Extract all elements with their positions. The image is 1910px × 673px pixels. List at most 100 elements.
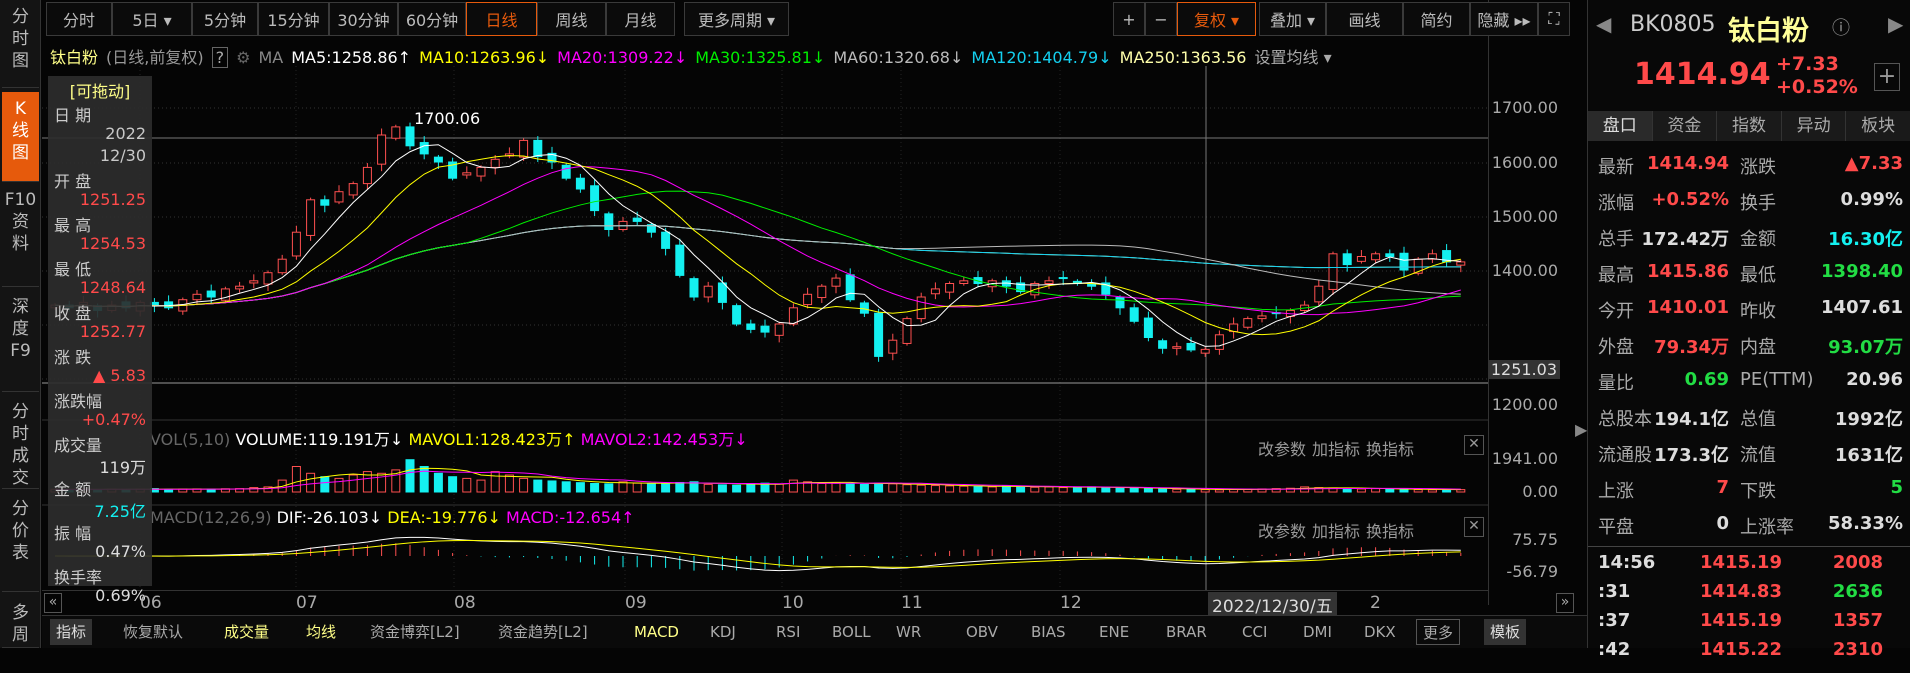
drag-hint[interactable]: [可拖动]: [54, 78, 146, 102]
quote-tab[interactable]: 异动: [1782, 111, 1847, 141]
ma30-line: [54, 190, 1461, 311]
nav-item[interactable]: 分 时 成 交: [2, 395, 39, 489]
candle: [1058, 277, 1068, 280]
volume-bar: [1129, 487, 1139, 493]
close-panel-icon[interactable]: ✕: [1464, 435, 1484, 455]
period-tab[interactable]: 5分钟: [192, 2, 258, 36]
candle: [277, 258, 287, 274]
indicator-tab[interactable]: 指标: [50, 619, 93, 645]
indicator-tab[interactable]: 资金博弈[L2]: [364, 619, 466, 645]
panel-action[interactable]: 换指标: [1366, 518, 1414, 542]
month-label: 08: [454, 593, 476, 613]
indicator-tab[interactable]: WR: [890, 619, 927, 645]
indicator-tab[interactable]: BOLL: [826, 619, 877, 645]
price-tick: 1500.00: [1491, 207, 1558, 226]
period-tab[interactable]: 周线: [537, 2, 606, 36]
indicator-tab[interactable]: KDJ: [704, 619, 742, 645]
next-stock-icon[interactable]: ▶: [1888, 12, 1903, 36]
zoom-out-button[interactable]: −: [1145, 2, 1177, 36]
period-tab[interactable]: 日线: [466, 2, 537, 36]
quote-value: 1407.61: [1821, 297, 1903, 318]
candle: [164, 301, 174, 309]
nav-item[interactable]: K 线 图: [2, 92, 39, 182]
candle: [1371, 253, 1381, 261]
quote-row: 最新 1414.94 涨跌 ▲7.33: [1588, 147, 1910, 183]
scroll-right-button[interactable]: »: [1556, 593, 1574, 613]
quote-label: PE(TTM): [1740, 369, 1814, 390]
quote-tab[interactable]: 指数: [1717, 111, 1782, 141]
panel-action[interactable]: 改参数: [1258, 518, 1306, 542]
indicator-tab[interactable]: BIAS: [1025, 619, 1072, 645]
info-icon[interactable]: ⓘ: [1832, 14, 1850, 40]
simple-button[interactable]: 简约: [1403, 2, 1470, 36]
macd-tick: -56.79: [1506, 562, 1558, 581]
candle: [604, 213, 614, 230]
date-label: 日 期: [54, 106, 92, 125]
period-tab[interactable]: 更多周期 ▾: [684, 2, 789, 36]
fullscreen-icon[interactable]: ⛶: [1538, 2, 1570, 36]
period-tab[interactable]: 5日 ▾: [112, 2, 192, 36]
period-tab[interactable]: 月线: [606, 2, 675, 36]
quote-tab[interactable]: 盘口: [1588, 111, 1653, 141]
indicator-tab[interactable]: 恢复默认: [117, 619, 189, 645]
fuquan-dropdown[interactable]: 复权 ▾: [1177, 2, 1256, 36]
ma-settings-button[interactable]: 设置均线 ▾: [1254, 48, 1331, 67]
indicator-tab[interactable]: 资金趋势[L2]: [492, 619, 594, 645]
indicator-tab[interactable]: DKX: [1358, 619, 1402, 645]
nav-item[interactable]: 分 价 表: [2, 492, 39, 592]
quote-tab[interactable]: 板块: [1846, 111, 1910, 141]
draw-button[interactable]: 画线: [1326, 2, 1403, 36]
chart-mode: (日线,前复权): [106, 48, 204, 67]
amplitude-value: 0.47%: [95, 542, 146, 561]
candle: [1385, 253, 1395, 258]
volume-bar: [774, 483, 784, 493]
indicator-tab[interactable]: CCI: [1236, 619, 1273, 645]
data-window[interactable]: [可拖动] 日 期 2022 12/30 开 盘 1251.25 最 高 125…: [48, 76, 152, 605]
help-button[interactable]: ?: [211, 47, 229, 68]
nav-item[interactable]: 多 周: [2, 596, 39, 648]
volume-bar: [206, 488, 216, 493]
hide-button[interactable]: 隐藏 ▸▸: [1470, 2, 1538, 36]
candle: [1115, 297, 1125, 309]
candle: [661, 231, 671, 249]
volume-bar: [604, 483, 614, 493]
panel-action[interactable]: 换指标: [1366, 436, 1414, 460]
indicator-tab[interactable]: RSI: [770, 619, 806, 645]
close-panel-icon[interactable]: ✕: [1464, 517, 1484, 537]
mavol2: MAVOL2:142.453万↓: [580, 430, 748, 449]
overlay-dropdown[interactable]: 叠加 ▾: [1259, 2, 1326, 36]
indicator-tab[interactable]: 更多: [1416, 619, 1461, 645]
indicator-tab[interactable]: DMI: [1297, 619, 1338, 645]
volume-bar: [1371, 488, 1381, 493]
candle: [476, 166, 486, 177]
panel-action[interactable]: 加指标: [1312, 518, 1360, 542]
period-tab[interactable]: 15分钟: [258, 2, 329, 36]
indicator-tab[interactable]: MACD: [628, 619, 685, 645]
indicator-tab[interactable]: 模板: [1484, 619, 1527, 645]
quote-label: 量比: [1598, 373, 1634, 394]
quote-tab[interactable]: 资金: [1653, 111, 1718, 141]
indicator-tab[interactable]: OBV: [960, 619, 1004, 645]
period-tab[interactable]: 60分钟: [398, 2, 466, 36]
period-tab[interactable]: 30分钟: [329, 2, 398, 36]
quote-value: 0: [1716, 513, 1729, 534]
zoom-in-button[interactable]: +: [1113, 2, 1145, 36]
indicator-tab[interactable]: 均线: [300, 619, 342, 645]
nav-item[interactable]: F10 资 料: [2, 183, 39, 287]
add-watchlist-button[interactable]: +: [1874, 63, 1900, 91]
indicator-tab[interactable]: BRAR: [1160, 619, 1213, 645]
quote-label: 涨跌: [1740, 157, 1776, 178]
volume-bar: [1214, 489, 1224, 493]
indicator-tab[interactable]: 成交量: [218, 619, 275, 645]
candle: [391, 126, 401, 139]
collapse-panel-icon[interactable]: ▶: [1575, 420, 1587, 439]
nav-item[interactable]: 深 度 F9: [2, 290, 39, 392]
gear-icon[interactable]: ⚙: [236, 48, 250, 67]
panel-action[interactable]: 改参数: [1258, 436, 1306, 460]
indicator-tab[interactable]: ENE: [1093, 619, 1135, 645]
panel-action[interactable]: 加指标: [1312, 436, 1360, 460]
nav-item[interactable]: 分 时 图: [2, 0, 39, 88]
prev-stock-icon[interactable]: ◀: [1596, 12, 1611, 36]
period-tab[interactable]: 分时: [46, 2, 112, 36]
volume-bar: [504, 474, 514, 493]
